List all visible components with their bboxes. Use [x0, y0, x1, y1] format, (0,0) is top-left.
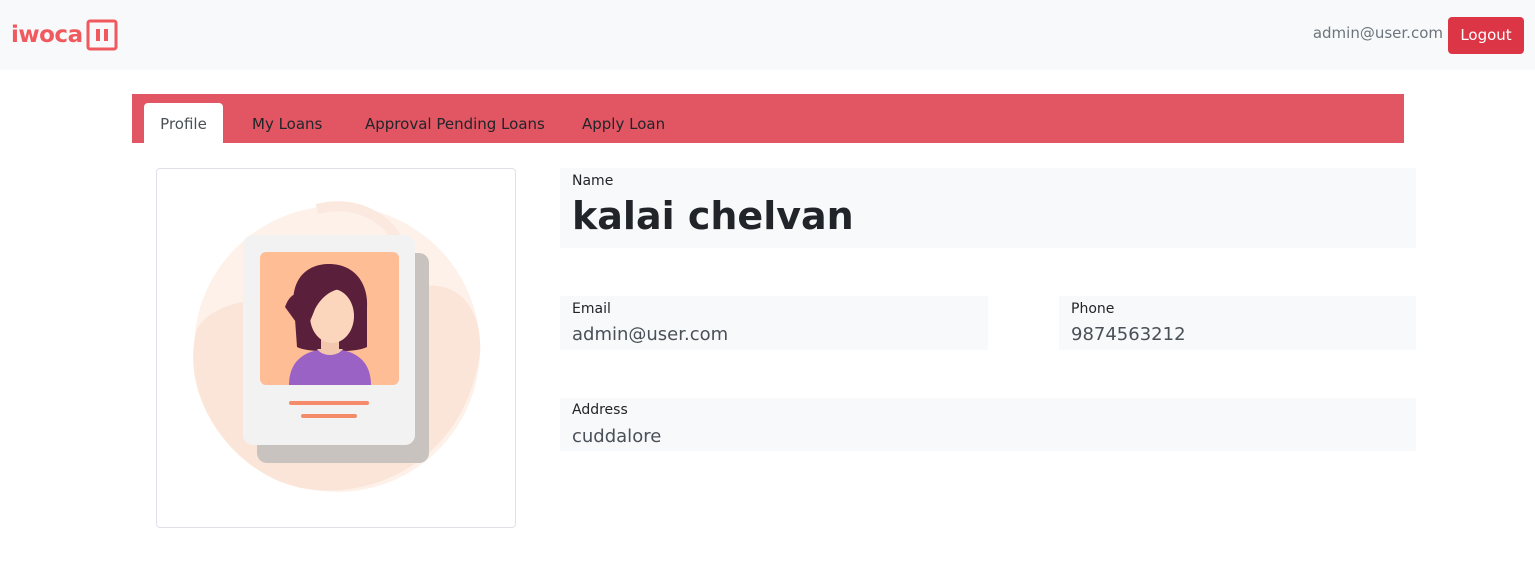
- tab-approval-pending-loans[interactable]: Approval Pending Loans: [365, 103, 545, 143]
- current-user-email: admin@user.com: [1312, 24, 1443, 42]
- brand-mark-icon: [86, 19, 118, 51]
- name-value: kalai chelvan: [572, 194, 854, 238]
- tab-my-loans[interactable]: My Loans: [252, 103, 322, 143]
- phone-label: Phone: [1071, 301, 1115, 317]
- phone-value: 9874563212: [1071, 324, 1186, 345]
- user-profile-card-illustration-icon: [193, 201, 481, 492]
- email-field: Email admin@user.com: [560, 296, 988, 350]
- name-field: Name kalai chelvan: [560, 168, 1416, 248]
- brand-name: iwoca: [11, 21, 83, 48]
- phone-field: Phone 9874563212: [1059, 296, 1416, 350]
- profile-image-card: [156, 168, 516, 528]
- top-navbar: iwoca admin@user.com Logout: [0, 0, 1535, 70]
- brand-logo[interactable]: iwoca: [11, 18, 118, 52]
- logout-button[interactable]: Logout: [1448, 17, 1524, 54]
- name-label: Name: [572, 173, 614, 189]
- address-field: Address cuddalore: [560, 398, 1416, 451]
- address-value: cuddalore: [572, 426, 662, 447]
- tab-apply-loan[interactable]: Apply Loan: [582, 103, 665, 143]
- tab-profile[interactable]: Profile: [144, 103, 223, 143]
- main-tabs: Profile My Loans Approval Pending Loans …: [132, 94, 1404, 143]
- email-value: admin@user.com: [572, 324, 729, 345]
- address-label: Address: [572, 402, 628, 418]
- email-label: Email: [572, 301, 611, 317]
